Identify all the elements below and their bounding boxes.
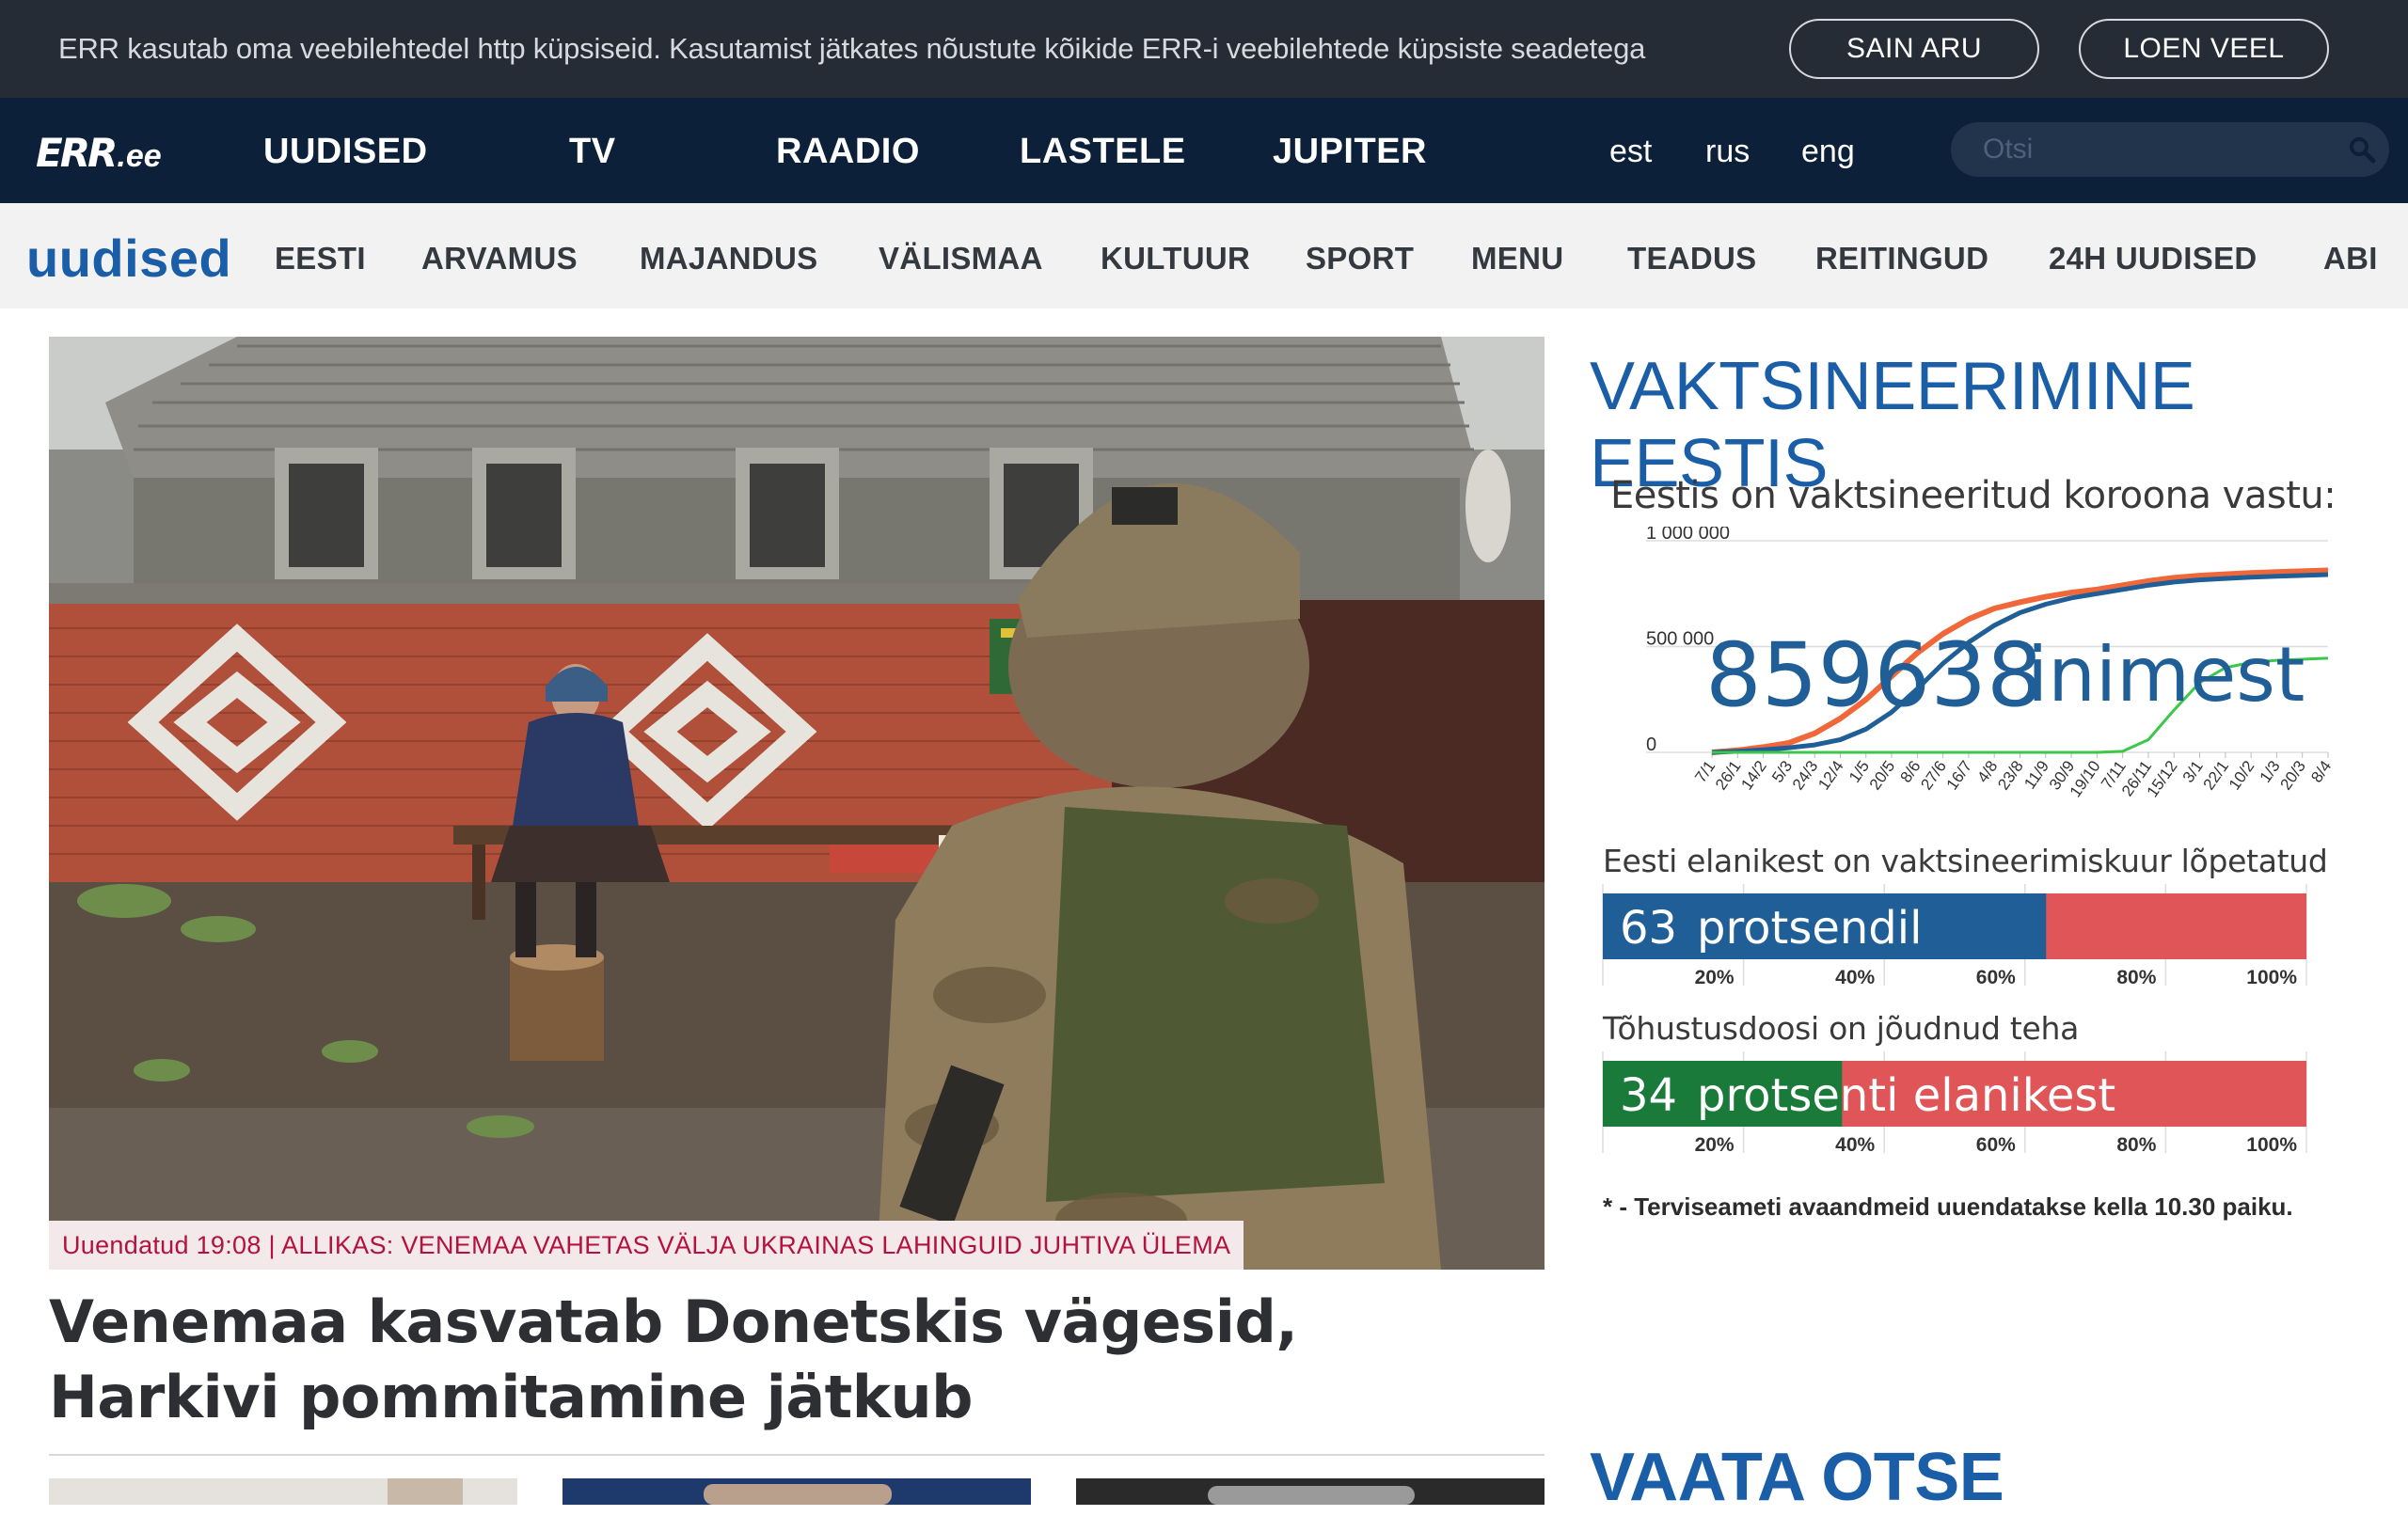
bar-tick-label: 100%	[2246, 1134, 2297, 1155]
top-nav-uudised[interactable]: UUDISED	[263, 132, 428, 172]
search-input[interactable]	[1983, 132, 2321, 167]
hero-image[interactable]	[49, 337, 1545, 1270]
bar-value-label: 34	[1620, 1069, 1677, 1122]
bar-tick-label: 40%	[1835, 1134, 1875, 1155]
bar-tick-label: 80%	[2116, 1134, 2156, 1155]
bar-tick-label: 100%	[2246, 967, 2297, 987]
bar-unit-label: protsendil	[1697, 902, 1922, 955]
section-majandus[interactable]: MAJANDUS	[640, 241, 817, 276]
y-tick-label: 1 000 000	[1646, 527, 1730, 544]
cookie-read-more-button[interactable]: LOEN VEEL	[2079, 19, 2329, 79]
y-tick-label: 500 000	[1646, 629, 1714, 650]
lang-est[interactable]: est	[1609, 134, 1652, 170]
vaccinated-count: 859638	[1705, 624, 2043, 727]
cookie-accept-button[interactable]: SAIN ARU	[1789, 19, 2039, 79]
article-thumbnail[interactable]	[1076, 1478, 1545, 1505]
search-icon[interactable]	[2348, 135, 2376, 164]
bar-tick-label: 20%	[1695, 1134, 1735, 1155]
hero-headline[interactable]: Venemaa kasvatab Donetskis vägesid, Hark…	[49, 1285, 1516, 1435]
x-tick-label: 8/4	[2307, 757, 2335, 785]
x-tick-label: 27/6	[1917, 757, 1950, 793]
x-tick-label: 14/2	[1737, 757, 1770, 793]
x-tick-label: 22/1	[2200, 757, 2233, 793]
lang-rus[interactable]: rus	[1705, 134, 1750, 170]
data-footnote: * - Terviseameti avaandmeid uuendatakse …	[1603, 1192, 2293, 1221]
logo-suffix: .ee	[117, 138, 162, 174]
x-tick-label: 26/1	[1712, 757, 1745, 793]
section-24h-uudised[interactable]: 24H UUDISED	[2049, 241, 2258, 276]
section-valismaa[interactable]: VÄLISMAA	[879, 241, 1043, 276]
logo-mark: ERR	[36, 130, 118, 176]
x-tick-label: 12/4	[1814, 757, 1847, 793]
err-logo[interactable]: ERR .ee	[36, 130, 162, 176]
section-menu[interactable]: MENU	[1471, 241, 1563, 276]
bar-value-label: 63	[1620, 902, 1677, 955]
section-navigation: uudised EESTI ARVAMUS MAJANDUS VÄLISMAA …	[0, 203, 2408, 308]
completed-vaccination-bar-chart: 63 protsendil 20% 40% 60% 80% 100%	[1602, 884, 2307, 987]
bar-tick-label: 80%	[2116, 967, 2156, 987]
article-thumbnail[interactable]	[562, 1478, 1031, 1505]
lang-eng[interactable]: eng	[1801, 134, 1855, 170]
content-divider	[49, 1454, 1545, 1456]
section-arvamus[interactable]: ARVAMUS	[421, 241, 578, 276]
article-thumbnail[interactable]	[49, 1478, 517, 1505]
bar-tick-label: 60%	[1976, 967, 2016, 987]
x-tick-label: 23/8	[1994, 757, 2027, 793]
x-tick-label: 11/9	[2020, 757, 2052, 792]
hero-caption[interactable]: Uuendatud 19:08 | ALLIKAS: VENEMAA VAHET…	[49, 1221, 1244, 1270]
section-eesti[interactable]: EESTI	[275, 241, 366, 276]
bar-tick-label: 40%	[1835, 967, 1875, 987]
bar-tick-label: 20%	[1695, 967, 1735, 987]
top-nav-lastele[interactable]: LASTELE	[1020, 132, 1186, 172]
x-tick-label: 16/7	[1943, 757, 1976, 793]
section-brand-uudised[interactable]: uudised	[26, 228, 231, 289]
bar-chart-1-title: Eesti elanikest on vaktsineerimiskuur lõ…	[1603, 843, 2328, 879]
section-kultuur[interactable]: KULTUUR	[1101, 241, 1250, 276]
top-nav-tv[interactable]: TV	[569, 132, 616, 172]
booster-dose-bar-chart: 34 protsenti elanikest 20% 40% 60% 80% 100%	[1602, 1051, 2307, 1155]
bar-tick-label: 60%	[1976, 1134, 2016, 1155]
section-teadus[interactable]: TEADUS	[1627, 241, 1756, 276]
vaccination-line-chart: 1 000 000500 00007/126/114/25/324/312/41…	[1646, 527, 2335, 800]
bar-unit-label: protsenti elanikest	[1697, 1069, 2115, 1122]
section-abi[interactable]: ABI	[2323, 241, 2378, 276]
top-nav-jupiter[interactable]: JUPITER	[1273, 132, 1427, 172]
y-tick-label: 0	[1646, 734, 1656, 755]
cookie-banner: ERR kasutab oma veebilehtedel http küpsi…	[0, 0, 2408, 98]
bar-chart-2-title: Tõhustusdoosi on jõudnud teha	[1603, 1010, 2080, 1047]
x-tick-label: 20/3	[2276, 757, 2309, 793]
x-tick-label: 20/5	[1866, 757, 1899, 793]
section-sport[interactable]: SPORT	[1306, 241, 1414, 276]
x-tick-label: 24/3	[1789, 757, 1822, 793]
top-navigation: ERR .ee UUDISED TV RAADIO LASTELE JUPITE…	[0, 98, 2408, 203]
section-reitingud[interactable]: REITINGUD	[1815, 241, 1988, 276]
search-box	[1951, 122, 2389, 177]
line-chart-title: Eestis on vaktsineeritud koroona vastu:	[1610, 474, 2337, 517]
cookie-text: ERR kasutab oma veebilehtedel http küpsi…	[58, 32, 1646, 65]
top-nav-raadio[interactable]: RAADIO	[776, 132, 920, 172]
vaccinated-unit: inimest	[2027, 631, 2305, 719]
x-tick-label: 10/2	[2226, 757, 2258, 793]
